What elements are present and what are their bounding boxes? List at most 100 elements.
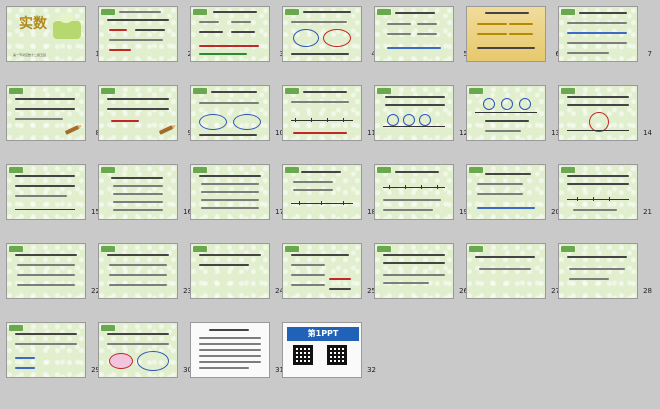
slide-tag (377, 246, 391, 252)
slide-thumbnail-6[interactable]: 6 (466, 6, 560, 64)
slide-tag (561, 246, 575, 252)
slide-tag (9, 88, 23, 94)
slide-thumbnail-2[interactable]: 2 (98, 6, 192, 64)
slide-preview (558, 243, 638, 299)
slide-preview (190, 164, 270, 220)
slide-tag (469, 167, 483, 173)
slide-thumbnail-18[interactable]: 18 (282, 164, 376, 222)
slide-thumbnail-3[interactable]: 3 (190, 6, 284, 64)
slide-preview (558, 6, 638, 62)
slide-preview (466, 243, 546, 299)
slide-preview (190, 85, 270, 141)
slide-number: 28 (643, 287, 652, 295)
slide-tag (377, 9, 391, 15)
slide-tag (285, 246, 299, 252)
slide-thumbnail-17[interactable]: 17 (190, 164, 284, 222)
slide-thumbnail-25[interactable]: 25 (282, 243, 376, 301)
slide-thumbnail-27[interactable]: 27 (466, 243, 560, 301)
slide-tag (377, 167, 391, 173)
slide-tag (377, 88, 391, 94)
slide-sorter: 实数 第一节对应数十二级五班 1 2 3 (0, 0, 660, 409)
brand-logo: 第1PPT (287, 327, 359, 341)
slide-tag (101, 246, 115, 252)
slide-preview (98, 6, 178, 62)
slide-tag (561, 9, 575, 15)
slide-thumbnail-22[interactable]: 22 (6, 243, 100, 301)
slide-thumbnail-14[interactable]: 14 (558, 85, 652, 143)
slide-number: 21 (643, 208, 652, 216)
slide-thumbnail-5[interactable]: 5 (374, 6, 468, 64)
slide-preview (282, 6, 362, 62)
slide-thumbnail-7[interactable]: 7 (558, 6, 652, 64)
slide-preview (466, 164, 546, 220)
slide-tag (285, 88, 299, 94)
slide-tag (561, 88, 575, 94)
slide-thumbnail-8[interactable]: 8 (6, 85, 100, 143)
slide-thumbnail-16[interactable]: 16 (98, 164, 192, 222)
slide-thumbnail-23[interactable]: 23 (98, 243, 192, 301)
slide-preview (6, 322, 86, 378)
slide-preview (374, 85, 454, 141)
slide-tag (101, 9, 115, 15)
slide-thumbnail-13[interactable]: 13 (466, 85, 560, 143)
slide-preview (558, 164, 638, 220)
slide-preview (466, 6, 546, 62)
qr-code-icon (327, 345, 347, 365)
slide-thumbnail-1[interactable]: 实数 第一节对应数十二级五班 1 (6, 6, 100, 64)
slide-number: 7 (647, 50, 652, 58)
slide-preview (6, 85, 86, 141)
slide-preview: 实数 第一节对应数十二级五班 (6, 6, 86, 62)
slide-tag (469, 246, 483, 252)
cover-title: 实数 (19, 16, 47, 32)
slide-thumbnail-12[interactable]: 12 (374, 85, 468, 143)
slide-preview (98, 85, 178, 141)
slide-thumbnail-4[interactable]: 4 (282, 6, 376, 64)
slide-preview (374, 6, 454, 62)
slide-preview (6, 164, 86, 220)
slide-tag (193, 167, 207, 173)
slide-tag (193, 246, 207, 252)
slide-tag (561, 167, 575, 173)
slide-preview (558, 85, 638, 141)
slide-preview (282, 164, 362, 220)
slide-preview (98, 322, 178, 378)
slide-preview: 第1PPT (282, 322, 362, 378)
slide-tag (101, 167, 115, 173)
slide-thumbnail-28[interactable]: 28 (558, 243, 652, 301)
slide-thumbnail-20[interactable]: 20 (466, 164, 560, 222)
slide-thumbnail-15[interactable]: 15 (6, 164, 100, 222)
slide-tag (9, 167, 23, 173)
slide-thumbnail-24[interactable]: 24 (190, 243, 284, 301)
slide-number: 14 (643, 129, 652, 137)
slide-preview (6, 243, 86, 299)
slide-preview (98, 164, 178, 220)
slide-preview (190, 243, 270, 299)
slide-thumbnail-21[interactable]: 21 (558, 164, 652, 222)
slide-preview (374, 164, 454, 220)
slide-preview (190, 6, 270, 62)
qr-code-icon (293, 345, 313, 365)
slide-tag (193, 88, 207, 94)
slide-preview (282, 85, 362, 141)
slide-thumbnail-11[interactable]: 11 (282, 85, 376, 143)
slide-thumbnail-26[interactable]: 26 (374, 243, 468, 301)
slide-tag (101, 325, 115, 331)
slide-number: 32 (367, 366, 376, 374)
slide-tag (101, 88, 115, 94)
slide-preview (466, 85, 546, 141)
slide-preview (282, 243, 362, 299)
slide-preview (190, 322, 270, 378)
slide-thumbnail-32[interactable]: 第1PPT 32 (282, 322, 376, 380)
slide-tag (469, 88, 483, 94)
slide-thumbnail-29[interactable]: 29 (6, 322, 100, 380)
slide-preview (98, 243, 178, 299)
slide-tag (9, 246, 23, 252)
slide-thumbnail-19[interactable]: 19 (374, 164, 468, 222)
cover-author: 第一节对应数十二级五班 (13, 53, 47, 57)
slide-thumbnail-30[interactable]: 30 (98, 322, 192, 380)
slide-tag (193, 9, 207, 15)
slide-thumbnail-9[interactable]: 9 (98, 85, 192, 143)
slide-preview (374, 243, 454, 299)
slide-thumbnail-31[interactable]: 31 (190, 322, 284, 380)
slide-thumbnail-10[interactable]: 10 (190, 85, 284, 143)
